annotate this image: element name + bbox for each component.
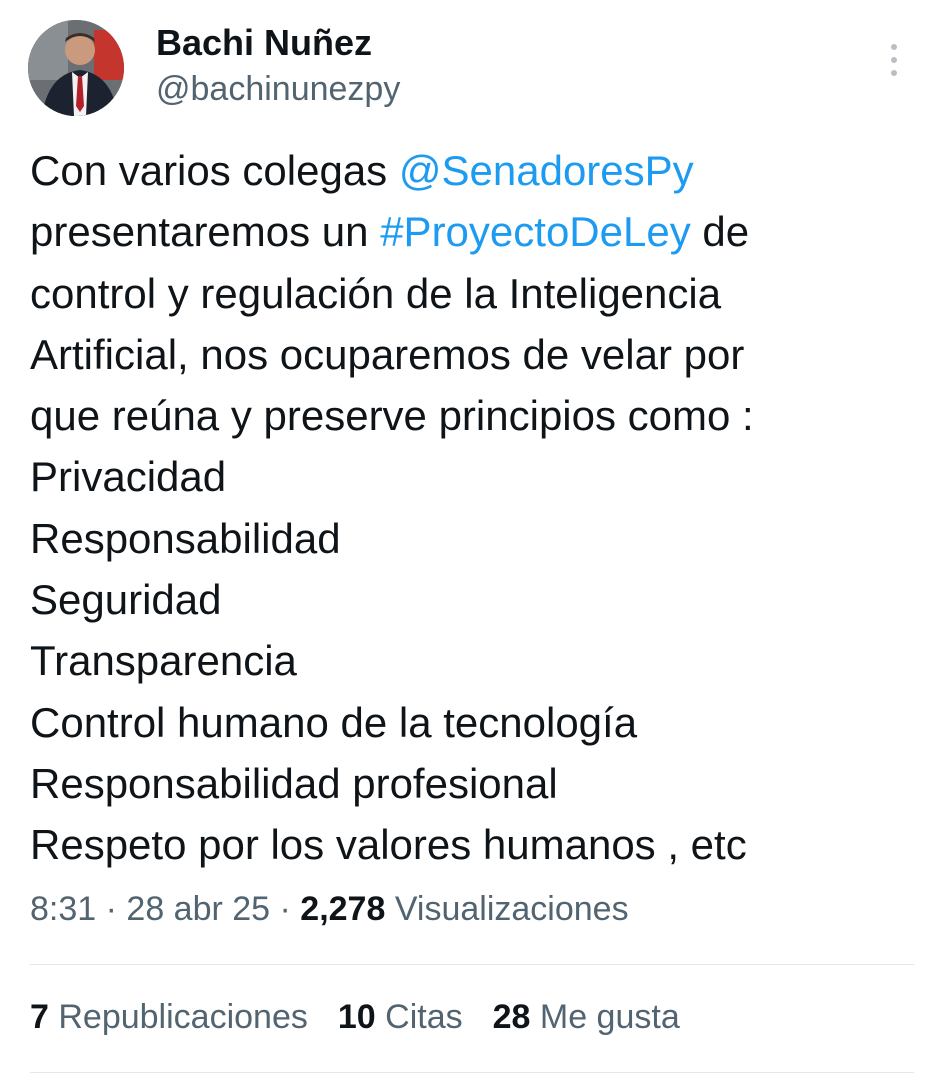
quotes-label: Citas: [375, 998, 463, 1036]
tweet-line: Con varios colegas @SenadoresPy: [30, 140, 910, 201]
tweet-text-segment: presentaremos un: [30, 208, 381, 256]
tweet-line: Transparencia: [30, 630, 910, 691]
tweet-line: Artificial, nos ocuparemos de velar por: [30, 324, 910, 385]
tweet-header: Bachi Nuñez @bachinunezpy: [28, 20, 918, 120]
tweet-text-segment: Control humano de la tecnología: [30, 698, 638, 746]
tweet-line: que reúna y preserve principios como :: [30, 385, 910, 446]
mention-link[interactable]: @SenadoresPy: [399, 147, 694, 194]
quotes-count: 10: [337, 998, 376, 1036]
tweet-text-segment: Seguridad: [30, 576, 222, 624]
tweet-text-segment: control y regulación de la Inteligencia: [30, 269, 722, 317]
reposts-stat[interactable]: 7 Republicaciones: [30, 998, 308, 1037]
views-count: 2,278: [300, 890, 386, 928]
avatar[interactable]: [28, 20, 124, 116]
divider: [30, 964, 914, 965]
likes-stat[interactable]: 28 Me gusta: [493, 998, 680, 1037]
divider: [30, 1072, 914, 1073]
tweet-text-segment: Privacidad: [30, 453, 227, 501]
quotes-stat[interactable]: 10 Citas: [338, 998, 463, 1037]
author-name[interactable]: Bachi Nuñez: [156, 22, 372, 64]
likes-label: Me gusta: [530, 998, 680, 1036]
meta-separator: ·: [96, 890, 127, 928]
tweet-line: Privacidad: [30, 446, 910, 507]
author-handle[interactable]: @bachinunezpy: [156, 70, 400, 109]
more-vertical-icon[interactable]: [876, 38, 912, 82]
tweet-meta: 8:31 · 28 abr 25 · 2,278 Visualizaciones: [30, 890, 629, 929]
reposts-count: 7: [30, 998, 49, 1036]
tweet-text-segment: Artificial, nos ocuparemos de velar por: [30, 330, 745, 378]
views-label: Visualizaciones: [385, 890, 629, 928]
tweet-line: Responsabilidad profesional: [30, 753, 910, 814]
tweet-line: Seguridad: [30, 569, 910, 630]
tweet-date[interactable]: 28 abr 25: [126, 890, 270, 928]
tweet-text-segment: Respeto por los valores humanos , etc: [30, 821, 747, 869]
tweet-line: Control humano de la tecnología: [30, 692, 910, 753]
tweet-text-segment: Responsabilidad: [30, 514, 341, 562]
engagement-stats: 7 Republicaciones 10 Citas 28 Me gusta: [30, 998, 680, 1037]
tweet-line: Responsabilidad: [30, 508, 910, 569]
tweet-text-segment: que reúna y preserve principios como :: [30, 392, 754, 440]
hashtag-link[interactable]: #ProyectoDeLey: [380, 208, 691, 255]
likes-count: 28: [492, 998, 531, 1036]
reposts-label: Republicaciones: [48, 998, 308, 1036]
tweet-line: Respeto por los valores humanos , etc: [30, 814, 910, 875]
tweet-line: presentaremos un #ProyectoDeLey de: [30, 201, 910, 262]
tweet-text-segment: Con varios colegas: [30, 147, 399, 194]
tweet-text: Con varios colegas @SenadoresPy presentar…: [30, 140, 910, 876]
tweet-text-segment: Transparencia: [30, 637, 297, 685]
tweet-line: control y regulación de la Inteligencia: [30, 263, 910, 324]
tweet-text-segment: Responsabilidad profesional: [30, 759, 558, 807]
tweet-time[interactable]: 8:31: [30, 890, 96, 928]
tweet-text-segment: de: [690, 208, 750, 256]
meta-separator: ·: [270, 890, 301, 928]
